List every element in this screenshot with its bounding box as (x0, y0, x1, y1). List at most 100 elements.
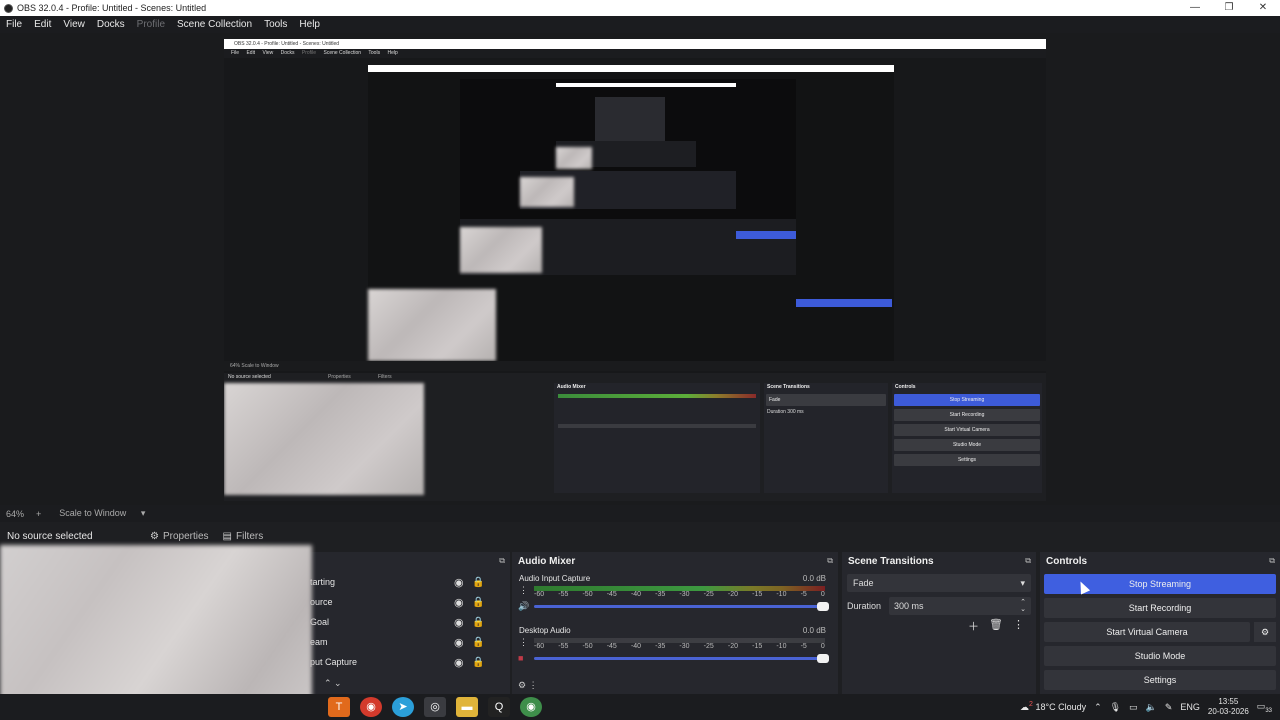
list-item[interactable]: put Capture ◉ 🔒 (300, 652, 500, 672)
app-icon[interactable]: T (328, 697, 350, 717)
list-item[interactable]: eam ◉ 🔒 (300, 632, 500, 652)
volume-slider[interactable] (534, 654, 829, 663)
nested-stop-streaming: Stop Streaming (894, 394, 1040, 406)
nested-studio-mode: Studio Mode (894, 439, 1040, 451)
notification-icon[interactable]: ▭33 (1257, 701, 1272, 714)
menu-profile[interactable]: Profile (131, 19, 171, 30)
nested-start-recording: Start Recording (894, 409, 1040, 421)
menu-help[interactable]: Help (293, 19, 326, 30)
zoom-level[interactable]: 64% (0, 509, 30, 519)
source-name: eam (310, 637, 328, 647)
eye-icon[interactable]: ◉ (454, 636, 464, 649)
nested-meter-idle (558, 424, 756, 428)
preview-toolbar: 64% + Scale to Window ▾ (0, 505, 1280, 522)
lock-icon[interactable]: 🔒 (472, 597, 484, 608)
pen-icon[interactable]: ✎ (1165, 702, 1173, 713)
chevron-up-icon[interactable]: ⌃ (1094, 702, 1102, 713)
more-icon[interactable]: ⋮ (519, 638, 528, 647)
menu-file[interactable]: File (0, 19, 28, 30)
channel-name: Desktop Audio (519, 626, 571, 635)
meter-ticks: -60 -55 -50 -45 -40 -35 -30 -25 -20 -15 -10 -5 0 (534, 643, 825, 650)
duration-input[interactable]: 300 ms ⌃ ⌄ (889, 597, 1031, 615)
eye-icon[interactable]: ◉ (454, 576, 464, 589)
start-virtual-camera-button[interactable]: Start Virtual Camera ⚙ (1044, 622, 1276, 642)
zoom-in-button[interactable]: + (30, 509, 47, 519)
menu-tools[interactable]: Tools (258, 19, 293, 30)
menu-edit[interactable]: Edit (28, 19, 57, 30)
studio-mode-button[interactable]: Studio Mode (1044, 646, 1276, 666)
maximize-button[interactable]: ❐ (1212, 0, 1246, 16)
mixer-settings-icons[interactable]: ⚙ ⋮ (518, 680, 538, 691)
more-icon[interactable]: ⋮ (519, 586, 528, 595)
obs-icon[interactable]: ◎ (424, 697, 446, 717)
scene-transitions-dock: Scene Transitions ⧉ Fade ▾ Duration 300 ms… (842, 552, 1036, 694)
filters-button[interactable]: ▤ Filters (223, 531, 264, 542)
search-app-icon[interactable]: Q (488, 697, 510, 717)
obs-app-icon (4, 3, 13, 13)
nested-menu-item: Edit (246, 50, 256, 56)
dock-float-icon[interactable]: ⧉ (1269, 556, 1275, 566)
scale-mode-select[interactable]: Scale to Window ▾ (47, 508, 157, 519)
gear-icon[interactable]: ⚙ (1254, 622, 1276, 642)
nested-menu-item: File (231, 50, 240, 56)
trash-icon[interactable]: 🗑 (989, 618, 1003, 634)
chrome-icon[interactable]: ◉ (360, 697, 382, 717)
start-recording-button[interactable]: Start Recording (1044, 598, 1276, 618)
nested-scene-transitions: Scene Transitions Fade Duration 300 ms (764, 383, 888, 493)
transition-selected: Fade (853, 578, 874, 588)
menu-docks[interactable]: Docks (91, 19, 131, 30)
weather-widget[interactable]: ☁2 18°C Cloudy (1020, 701, 1086, 713)
dock-float-icon[interactable]: ⧉ (1025, 556, 1031, 566)
telegram-icon[interactable]: ➤ (392, 697, 414, 717)
stepper-icon[interactable]: ⌃ ⌄ (1020, 599, 1026, 613)
menu-scene-collection[interactable]: Scene Collection (171, 19, 258, 30)
speaker-icon[interactable]: 🔊 (518, 601, 529, 612)
transition-select[interactable]: Fade ▾ (847, 574, 1031, 592)
move-up-down-icons[interactable]: ⌃ ⌄ (324, 678, 342, 689)
controls-header: Controls ⧉ (1040, 552, 1280, 570)
add-icon[interactable]: ＋ (968, 618, 979, 634)
lock-icon[interactable]: 🔒 (472, 657, 484, 668)
preview-canvas[interactable]: OBS 32.0.4 - Profile: Untitled - Scenes:… (0, 33, 1280, 505)
menu-view[interactable]: View (57, 19, 91, 30)
list-item[interactable]: ource ◉ 🔒 (300, 592, 500, 612)
source-name: ource (310, 597, 333, 607)
network-icon[interactable]: ▭ (1129, 702, 1138, 713)
eye-icon[interactable]: ◉ (454, 596, 464, 609)
speaker-muted-icon[interactable]: ■ (518, 653, 523, 663)
nested-menu-item: Scene Collection (323, 50, 362, 56)
dock-float-icon[interactable]: ⧉ (499, 556, 505, 566)
slider-handle[interactable] (817, 602, 829, 611)
list-item[interactable]: tarting ◉ 🔒 (300, 572, 500, 592)
source-name: tarting (310, 577, 336, 587)
folder-icon[interactable]: ▬ (456, 697, 478, 717)
chrome-profile-icon[interactable]: ◉ (520, 697, 542, 717)
language-indicator[interactable]: ENG (1180, 702, 1200, 712)
more-icon[interactable]: ⋮ (1013, 618, 1024, 634)
nested-menu-item: Tools (368, 50, 381, 56)
mixer-channel-desktop: Desktop Audio 0.0 dB ⋮ -60 -55 -50 -45 -40 -3… (512, 622, 838, 674)
eye-icon[interactable]: ◉ (454, 656, 464, 669)
settings-button[interactable]: Settings (1044, 670, 1276, 690)
volume-icon[interactable]: 🔈 (1146, 702, 1157, 713)
lock-icon[interactable]: 🔒 (472, 577, 484, 588)
mic-icon[interactable]: 🎙 (1110, 702, 1121, 713)
clock[interactable]: 13:55 20-03-2026 (1208, 697, 1249, 717)
controls-dock: Controls ⧉ Stop Streaming Start Recording… (1040, 552, 1280, 694)
mixer-channel-mic: Audio Input Capture 0.0 dB ⋮ -60 -55 -50 -4… (512, 570, 838, 622)
duration-label: Duration (847, 601, 882, 611)
nested-fade: Fade (766, 394, 886, 406)
lock-icon[interactable]: 🔒 (472, 637, 484, 648)
dock-float-icon[interactable]: ⧉ (827, 556, 833, 566)
eye-icon[interactable]: ◉ (454, 616, 464, 629)
scene-transitions-title: Scene Transitions (848, 555, 934, 567)
list-item[interactable]: Goal ◉ 🔒 (300, 612, 500, 632)
slider-handle[interactable] (817, 654, 829, 663)
volume-slider[interactable] (534, 602, 829, 611)
lock-icon[interactable]: 🔒 (472, 617, 484, 628)
minimize-button[interactable]: — (1178, 0, 1212, 16)
properties-button[interactable]: ⚙ Properties (150, 531, 209, 542)
close-button[interactable]: ✕ (1246, 0, 1280, 16)
meter-ticks: -60 -55 -50 -45 -40 -35 -30 -25 -20 -15 -10 -5 0 (534, 591, 825, 598)
nested-menu-item: Docks (280, 50, 295, 56)
